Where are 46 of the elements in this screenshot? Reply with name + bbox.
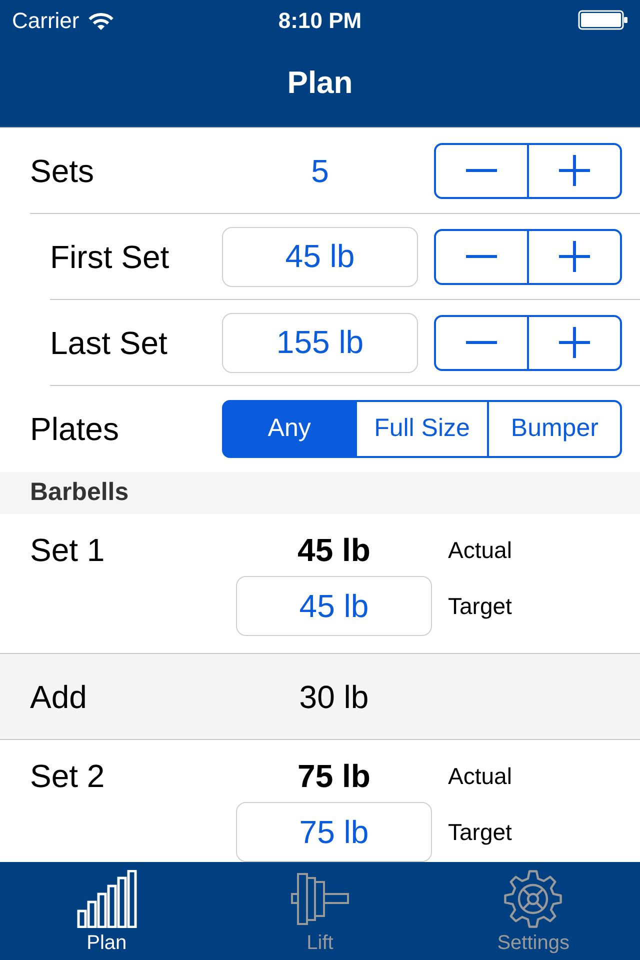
- add-weight: 30 lb: [298, 678, 370, 716]
- decrement-button[interactable]: [434, 228, 529, 284]
- nav-title: Plan: [287, 64, 353, 102]
- actual-weight: 45 lb: [296, 531, 372, 570]
- plus-icon: [559, 155, 590, 186]
- minus-icon: [466, 169, 497, 172]
- battery-icon: [578, 10, 628, 30]
- tab-bar-item[interactable]: Plan: [0, 862, 214, 960]
- setting-label: Plates: [30, 410, 120, 449]
- actual-caption: Actual: [447, 762, 513, 791]
- minus-icon: [466, 341, 497, 344]
- set-label: Set 2: [30, 757, 106, 796]
- increment-button[interactable]: [529, 142, 622, 198]
- plus-icon: [559, 327, 590, 358]
- segment-option[interactable]: Bumper: [489, 400, 622, 458]
- decrement-button[interactable]: [434, 142, 529, 198]
- section-header: Barbells: [0, 472, 640, 514]
- add-label: Add: [30, 678, 88, 716]
- target-weight-field[interactable]: 75 lb: [236, 802, 432, 862]
- set-count-value: 5: [311, 152, 329, 188]
- wifi-icon: [88, 10, 114, 30]
- carrier-label: Carrier: [12, 6, 80, 34]
- setting-label: First Set: [50, 238, 170, 276]
- actual-caption: Actual: [447, 536, 513, 565]
- segment-option[interactable]: Any: [222, 400, 357, 458]
- minus-icon: [466, 255, 497, 258]
- set-label: Set 1: [30, 531, 106, 570]
- actual-weight: 75 lb: [296, 757, 372, 796]
- setting-label: Last Set: [50, 324, 168, 362]
- increment-button[interactable]: [529, 228, 622, 284]
- setting-label: Sets: [30, 152, 96, 190]
- segment-option[interactable]: Full Size: [356, 400, 490, 458]
- weight-field[interactable]: 155 lb: [222, 312, 418, 372]
- tab-bar-item[interactable]: Settings: [426, 862, 640, 960]
- barbell-icon: [290, 873, 349, 925]
- gear-icon: [503, 870, 564, 928]
- target-caption: Target: [447, 592, 513, 621]
- target-weight-field[interactable]: 45 lb: [236, 576, 432, 636]
- weight-field[interactable]: 45 lb: [222, 226, 418, 286]
- status-time: 8:10 PM: [278, 6, 362, 34]
- bars-icon: [76, 870, 137, 928]
- target-caption: Target: [447, 818, 513, 847]
- increment-button[interactable]: [529, 314, 622, 370]
- decrement-button[interactable]: [434, 314, 529, 370]
- plus-icon: [559, 241, 590, 272]
- tab-bar-item[interactable]: Lift: [213, 862, 427, 960]
